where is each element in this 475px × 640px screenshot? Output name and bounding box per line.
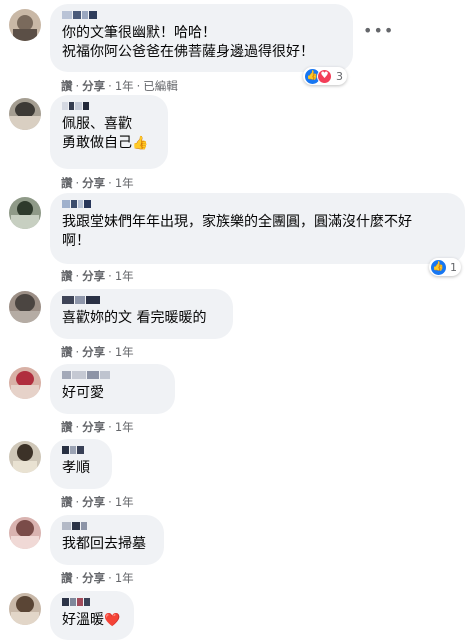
avatar[interactable] [9,9,41,41]
like-button[interactable]: 讚 [61,176,73,190]
commenter-name[interactable] [62,522,152,531]
commenter-name[interactable] [62,102,156,111]
timestamp[interactable]: 1年 [115,420,134,434]
share-button[interactable]: 分享 [82,345,105,359]
commenter-name[interactable] [62,11,341,20]
reaction-count: 3 [336,69,343,83]
share-button[interactable]: 分享 [82,269,105,283]
red-heart-emoji-icon: ❤️ [104,613,121,628]
comment-bubble: 我都回去掃墓 [50,515,164,565]
comment-bubble: 孝順 [50,439,112,489]
timestamp[interactable]: 1年 [115,495,134,509]
comment-text: 我都回去掃墓 [62,536,146,552]
avatar[interactable] [9,517,41,549]
avatar[interactable] [9,291,41,323]
comment-text: 孝順 [62,460,90,476]
comment-bubble: 喜歡妳的文 看完暖暖的 [50,289,233,339]
commenter-name[interactable] [62,200,453,209]
commenter-name[interactable] [62,296,221,305]
comment-text: 好可愛 [62,385,104,401]
commenter-name[interactable] [62,446,100,455]
timestamp[interactable]: 1年 [115,345,134,359]
comment-text: 喜歡妳的文 看完暖暖的 [62,310,207,326]
avatar[interactable] [9,367,41,399]
commenter-name[interactable] [62,598,122,607]
reaction-summary[interactable]: 👍 ♥ 3 [303,67,347,85]
comment-text: 我跟堂妹們年年出現，家族樂的全團圓，圓滿沒什麼不好 啊！ [62,214,412,249]
like-icon: 👍 [431,259,446,275]
comment-actions: 讚 · 分享 · 1年 [61,345,134,359]
timestamp[interactable]: 1年 [115,79,134,93]
comment-actions: 讚 · 分享 · 1年 [61,420,134,434]
comment-bubble: 我跟堂妹們年年出現，家族樂的全團圓，圓滿沒什麼不好 啊！ [50,193,465,264]
comment-text: 佩服、喜歡 勇敢做自己👍 [62,116,149,151]
comment-text: 你的文筆很幽默！哈哈！ 祝福你阿公爸爸在佛菩薩身邊過得很好！ [62,25,314,60]
timestamp[interactable]: 1年 [115,269,134,283]
avatar[interactable] [9,197,41,229]
edited-label: 已編輯 [143,79,178,93]
avatar[interactable] [9,441,41,473]
comment-bubble: 佩服、喜歡 勇敢做自己👍 [50,95,168,169]
like-button[interactable]: 讚 [61,495,73,509]
share-button[interactable]: 分享 [82,420,105,434]
like-button[interactable]: 讚 [61,420,73,434]
love-icon: ♥ [317,68,332,84]
share-button[interactable]: 分享 [82,79,105,93]
avatar[interactable] [9,593,41,625]
timestamp[interactable]: 1年 [115,571,134,585]
reaction-count: 1 [450,260,457,274]
reaction-summary[interactable]: 👍 1 [429,258,461,276]
like-button[interactable]: 讚 [61,269,73,283]
commenter-name[interactable] [62,371,163,380]
comment-bubble: 好可愛 [50,364,175,414]
comment-bubble: 好溫暖❤️ [50,591,134,640]
like-button[interactable]: 讚 [61,571,73,585]
like-button[interactable]: 讚 [61,345,73,359]
comment-actions: 讚 · 分享 · 1年 [61,571,134,585]
like-button[interactable]: 讚 [61,79,73,93]
comment-text: 好溫暖❤️ [62,612,121,628]
comment-actions: 讚 · 分享 · 1年 [61,269,134,283]
comment-actions: 讚 · 分享 · 1年 [61,176,134,190]
thumbs-up-emoji-icon: 👍 [132,136,149,151]
share-button[interactable]: 分享 [82,176,105,190]
share-button[interactable]: 分享 [82,571,105,585]
comment-actions: 讚 · 分享 · 1年 [61,495,134,509]
comment-actions: 讚 · 分享 · 1年 · 已編輯 [61,79,178,93]
avatar[interactable] [9,98,41,130]
share-button[interactable]: 分享 [82,495,105,509]
comment-bubble: 你的文筆很幽默！哈哈！ 祝福你阿公爸爸在佛菩薩身邊過得很好！ [50,4,353,72]
more-options-icon[interactable]: ••• [363,23,394,39]
timestamp[interactable]: 1年 [115,176,134,190]
